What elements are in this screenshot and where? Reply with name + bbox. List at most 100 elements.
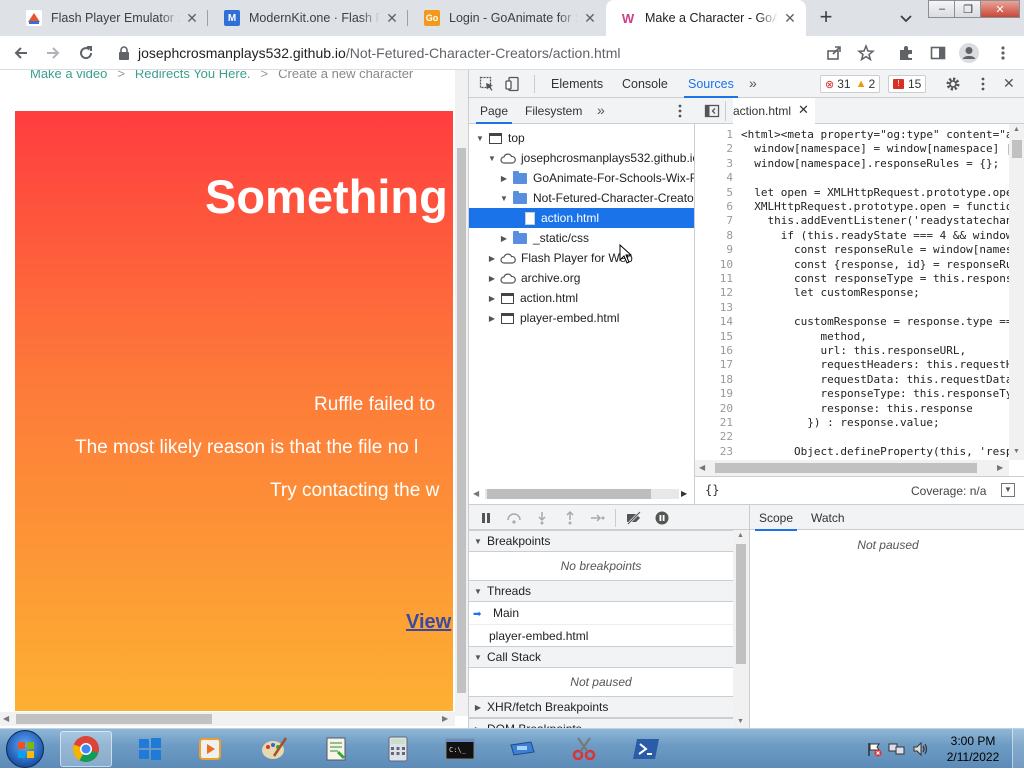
- minimize-button[interactable]: –: [928, 0, 956, 18]
- line-number[interactable]: 2: [695, 142, 733, 156]
- tab-make-a-character[interactable]: W Make a Character - GoAni ✕: [606, 0, 806, 36]
- maximize-button[interactable]: ❐: [954, 0, 982, 18]
- scroll-right-icon[interactable]: ▶: [681, 489, 687, 498]
- thread-player-embed[interactable]: player-embed.html: [469, 624, 733, 646]
- tree-item[interactable]: ▼ josephcrosmanplays532.github.io: [469, 148, 694, 168]
- breadcrumb-link-redirects[interactable]: Redirects You Here.: [135, 70, 251, 81]
- line-number[interactable]: 19: [695, 387, 733, 401]
- tab-elements[interactable]: Elements: [551, 70, 603, 98]
- reload-button[interactable]: [74, 41, 98, 65]
- tab-scope[interactable]: Scope: [754, 505, 798, 531]
- navigator-menu-kebab-icon[interactable]: [673, 103, 687, 122]
- line-number[interactable]: 7: [695, 214, 733, 228]
- step-over-icon[interactable]: [505, 509, 523, 527]
- line-number[interactable]: 10: [695, 258, 733, 272]
- taskbar-paint[interactable]: [248, 731, 300, 767]
- collapsed-triangle-icon[interactable]: ▶: [487, 254, 497, 263]
- action-center-flag-icon[interactable]: [866, 741, 882, 757]
- taskbar-network-app[interactable]: [496, 731, 548, 767]
- close-tab-icon[interactable]: ✕: [582, 10, 598, 26]
- taskbar-snipping-tool[interactable]: [558, 731, 610, 767]
- collapsed-triangle-icon[interactable]: ▶: [487, 294, 497, 303]
- device-toolbar-icon[interactable]: [505, 76, 521, 95]
- line-number[interactable]: 8: [695, 229, 733, 243]
- scrollbar-thumb[interactable]: [736, 544, 746, 664]
- new-tab-button[interactable]: +: [814, 6, 838, 30]
- collapsed-triangle-icon[interactable]: ▶: [487, 274, 497, 283]
- bookmark-button[interactable]: [854, 41, 878, 65]
- page-vertical-scrollbar[interactable]: [455, 70, 468, 716]
- scrollbar-thumb[interactable]: [487, 489, 651, 499]
- line-number[interactable]: 11: [695, 272, 733, 286]
- volume-icon[interactable]: [912, 741, 930, 757]
- tab-sources[interactable]: Sources: [684, 70, 738, 98]
- taskbar-clock[interactable]: 3:00 PM 2/11/2022: [938, 733, 1008, 765]
- view-link[interactable]: View: [406, 611, 451, 634]
- debugger-panes-scrollbar[interactable]: ▲ ▼: [733, 530, 749, 730]
- scroll-left-icon[interactable]: ◀: [3, 714, 9, 723]
- more-tabs-chevron-icon[interactable]: »: [749, 75, 757, 91]
- line-number[interactable]: 9: [695, 243, 733, 257]
- line-number[interactable]: 22: [695, 430, 733, 444]
- close-tab-icon[interactable]: ✕: [184, 10, 200, 26]
- collapsed-triangle-icon[interactable]: ▶: [499, 234, 509, 243]
- taskbar-media-player[interactable]: [184, 731, 236, 767]
- tree-item[interactable]: ▶ action.html: [469, 288, 694, 308]
- scroll-left-icon[interactable]: ◀: [699, 463, 705, 472]
- editor-vertical-scrollbar[interactable]: ▲ ▼: [1009, 124, 1024, 460]
- extensions-button[interactable]: [894, 41, 918, 65]
- error-warning-counter[interactable]: ⊗ 31 ▲ 2: [820, 75, 881, 93]
- tree-item[interactable]: ▶ Flash Player for Web: [469, 248, 694, 268]
- ruffle-player[interactable]: Something Ruffle failed to The most like…: [15, 111, 453, 711]
- line-number[interactable]: 3: [695, 157, 733, 171]
- collapsed-triangle-icon[interactable]: ▶: [487, 314, 497, 323]
- line-number[interactable]: 21: [695, 416, 733, 430]
- forward-button[interactable]: [41, 41, 65, 65]
- tab-watch[interactable]: Watch: [811, 505, 845, 531]
- scroll-up-icon[interactable]: ▲: [737, 532, 744, 539]
- navigator-horizontal-scrollbar[interactable]: ◀ ▶: [469, 484, 695, 504]
- pretty-print-button[interactable]: {}: [705, 483, 719, 497]
- tab-flash-emulator[interactable]: Flash Player Emulator 202 ✕: [12, 0, 208, 36]
- scroll-down-icon[interactable]: ▼: [1013, 448, 1020, 455]
- tree-item[interactable]: ▶ player-embed.html: [469, 308, 694, 328]
- taskbar-calculator[interactable]: [372, 731, 424, 767]
- scrollbar-thumb[interactable]: [715, 463, 977, 473]
- scrollbar-thumb[interactable]: [1012, 140, 1022, 158]
- tree-item[interactable]: action.html: [469, 208, 694, 228]
- step-out-icon[interactable]: [561, 509, 579, 527]
- show-desktop-button[interactable]: [1012, 729, 1024, 769]
- scroll-up-icon[interactable]: ▲: [1013, 126, 1020, 133]
- side-panel-button[interactable]: [926, 41, 950, 65]
- xhr-breakpoints-section-header[interactable]: ▶ XHR/fetch Breakpoints: [469, 696, 733, 718]
- line-number[interactable]: 12: [695, 286, 733, 300]
- line-number[interactable]: 5: [695, 186, 733, 200]
- step-into-icon[interactable]: [533, 509, 551, 527]
- close-window-button[interactable]: ✕: [980, 0, 1020, 18]
- tab-modernkit[interactable]: M ModernKit.one · Flash Pla ✕: [210, 0, 408, 36]
- scroll-right-icon[interactable]: ▶: [997, 463, 1003, 472]
- tree-item[interactable]: ▼ top: [469, 128, 694, 148]
- settings-gear-icon[interactable]: [945, 76, 961, 95]
- tree-item[interactable]: ▶ GoAnimate-For-Schools-Wix-Files: [469, 168, 694, 188]
- pause-icon[interactable]: [477, 509, 495, 527]
- scroll-down-icon[interactable]: ▼: [737, 718, 744, 725]
- line-number[interactable]: 14: [695, 315, 733, 329]
- line-number[interactable]: 4: [695, 171, 733, 185]
- step-icon[interactable]: [589, 509, 607, 527]
- line-number[interactable]: 1: [695, 128, 733, 142]
- threads-section-header[interactable]: ▼ Threads: [469, 580, 733, 602]
- taskbar-notepad-plus[interactable]: [310, 731, 362, 767]
- more-navigator-tabs-icon[interactable]: »: [597, 102, 605, 118]
- line-number[interactable]: 20: [695, 402, 733, 416]
- collapsed-triangle-icon[interactable]: ▶: [499, 174, 509, 183]
- inspect-element-icon[interactable]: [479, 76, 495, 95]
- profile-button[interactable]: [957, 41, 981, 65]
- taskbar-command-prompt[interactable]: C:\_: [434, 731, 486, 767]
- tree-item[interactable]: ▶ archive.org: [469, 268, 694, 288]
- scroll-right-icon[interactable]: ▶: [442, 714, 448, 723]
- expanded-triangle-icon[interactable]: ▼: [499, 194, 509, 203]
- toggle-debugger-sidebar-icon[interactable]: ▼: [1001, 483, 1015, 497]
- tab-page[interactable]: Page: [475, 98, 513, 124]
- taskbar-chrome[interactable]: [60, 731, 112, 767]
